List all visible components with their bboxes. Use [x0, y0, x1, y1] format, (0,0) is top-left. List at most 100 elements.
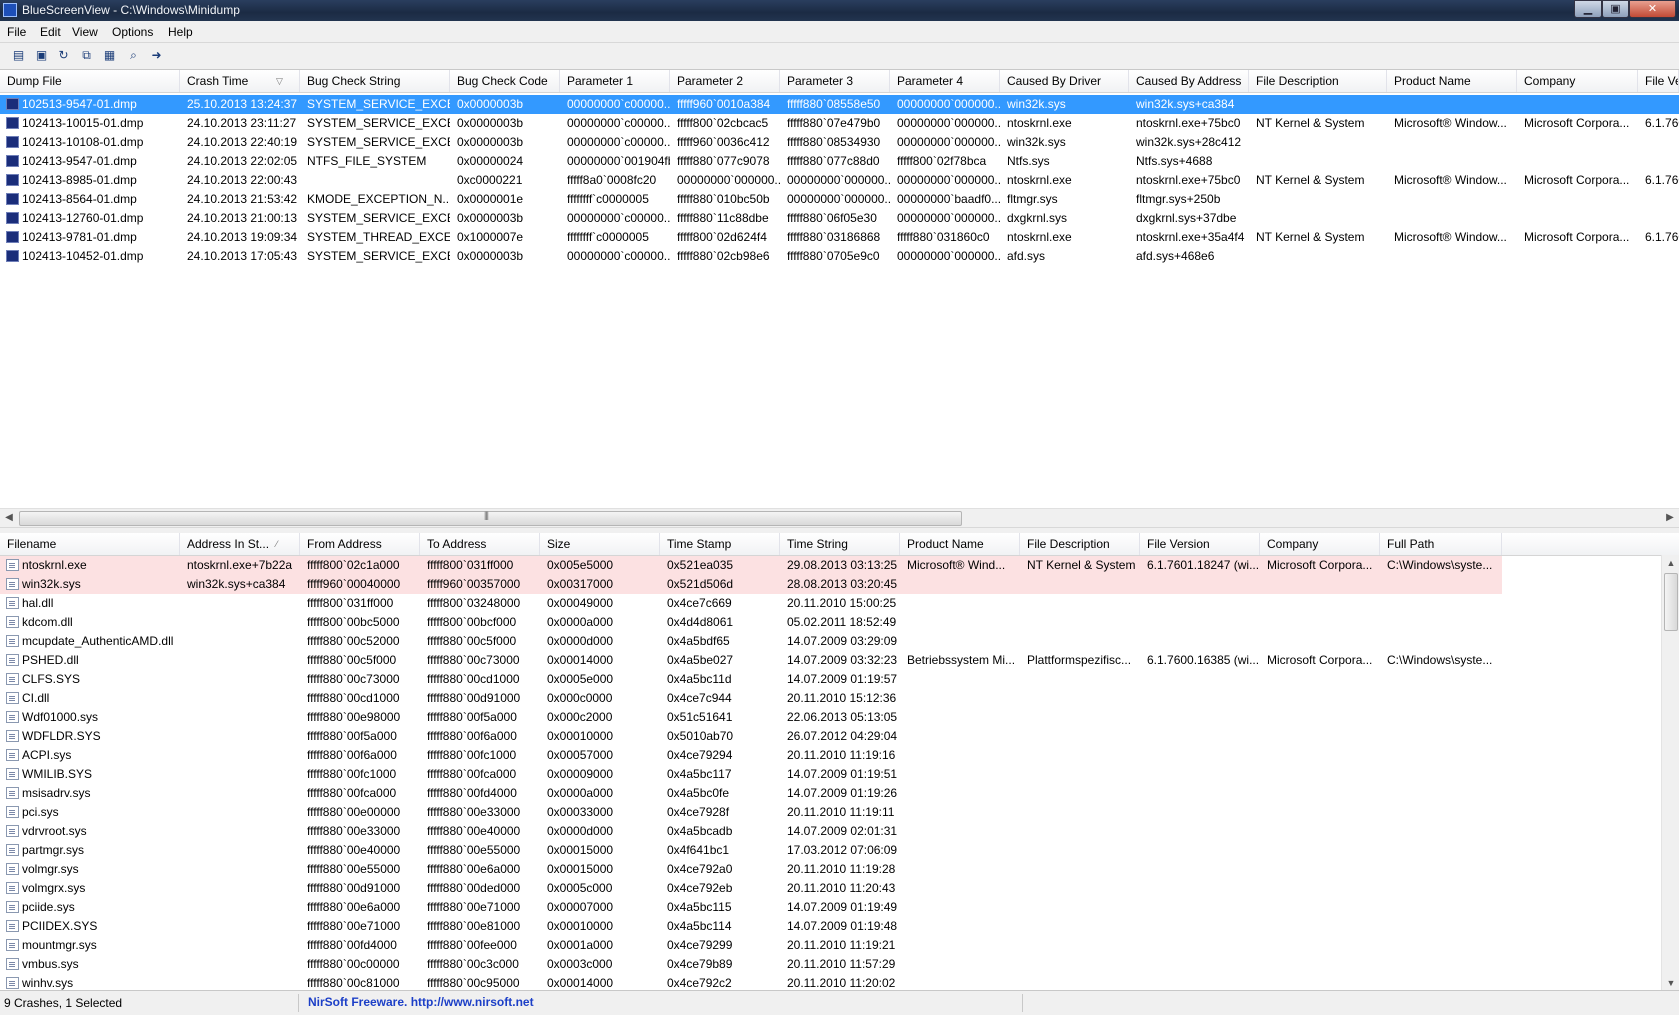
nirsoft-link[interactable]: NirSoft Freeware. http://www.nirsoft.net	[308, 995, 534, 1009]
driver-row[interactable]: CLFS.SYS fffff880`00c73000 fffff880`00cd10…	[0, 670, 1679, 689]
crash-row[interactable]: 102413-10108-01.dmp 24.10.2013 22:40:19 SY…	[0, 133, 1679, 152]
scroll-up-icon[interactable]: ▲	[1662, 555, 1679, 572]
properties-icon[interactable]: ▤	[10, 47, 27, 64]
driver-row[interactable]: kdcom.dll fffff800`00bc5000 fffff800`00bcf…	[0, 613, 1679, 632]
menu-file[interactable]: File	[7, 25, 26, 39]
driver-row[interactable]: ACPI.sys fffff880`00f6a000 fffff880`00fc10…	[0, 746, 1679, 765]
refresh-icon[interactable]: ↻	[55, 47, 72, 64]
crash-row[interactable]: 102413-9547-01.dmp 24.10.2013 22:02:05 NTF…	[0, 152, 1679, 171]
driver-row[interactable]: Wdf01000.sys fffff880`00e98000 fffff880`00…	[0, 708, 1679, 727]
column-header-bug-check-string[interactable]: Bug Check String	[300, 70, 450, 92]
column-header-filename[interactable]: Filename	[0, 533, 180, 555]
column-header-time-string[interactable]: Time String	[780, 533, 900, 555]
column-header-caused-by-driver[interactable]: Caused By Driver	[1000, 70, 1129, 92]
cell-file-version	[1140, 613, 1260, 632]
crash-row[interactable]: 102413-8985-01.dmp 24.10.2013 22:00:43 0xc…	[0, 171, 1679, 190]
column-header-caused-by-address[interactable]: Caused By Address	[1129, 70, 1249, 92]
driver-row[interactable]: PSHED.dll fffff880`00c5f000 fffff880`00c73…	[0, 651, 1679, 670]
driver-row[interactable]: volmgrx.sys fffff880`00d91000 fffff880`00d…	[0, 879, 1679, 898]
driver-row[interactable]: ntoskrnl.exe ntoskrnl.exe+7b22a fffff800`0…	[0, 556, 1679, 575]
column-header-company[interactable]: Company	[1260, 533, 1380, 555]
crash-row[interactable]: 102413-12760-01.dmp 24.10.2013 21:00:13 SY…	[0, 209, 1679, 228]
find-icon[interactable]: ⌕	[125, 47, 142, 64]
scroll-down-icon[interactable]: ▼	[1662, 975, 1679, 990]
cell-time-stamp: 0x4a5bc114	[667, 919, 732, 933]
cell-address-in-st	[180, 898, 300, 917]
column-header-address-in-st[interactable]: Address In St...	[180, 533, 300, 555]
driver-row[interactable]: volmgr.sys fffff880`00e55000 fffff880`00e6…	[0, 860, 1679, 879]
crash-row[interactable]: 102413-9781-01.dmp 24.10.2013 19:09:34 SYS…	[0, 228, 1679, 247]
menu-edit[interactable]: Edit	[40, 25, 61, 39]
cell-bug-check-string: SYSTEM_SERVICE_EXCE...	[307, 97, 450, 111]
column-header-product-name[interactable]: Product Name	[900, 533, 1020, 555]
save-icon[interactable]: ▣	[33, 47, 50, 64]
column-header-to-address[interactable]: To Address	[420, 533, 540, 555]
driver-row[interactable]: CI.dll fffff880`00cd1000 fffff880`00d91000…	[0, 689, 1679, 708]
column-header-file-description[interactable]: File Description	[1249, 70, 1387, 92]
minimize-button[interactable]: ▁	[1574, 0, 1602, 18]
exit-icon[interactable]: ➜	[148, 47, 165, 64]
vertical-scrollbar[interactable]: ▲ ▼	[1661, 555, 1679, 990]
cell-product-name	[900, 727, 1020, 746]
driver-row[interactable]: msisadrv.sys fffff880`00fca000 fffff880`00…	[0, 784, 1679, 803]
driver-row[interactable]: vmbus.sys fffff880`00c00000 fffff880`00c3c…	[0, 955, 1679, 974]
driver-row[interactable]: mcupdate_AuthenticAMD.dll fffff880`00c520…	[0, 632, 1679, 651]
column-header-file-version[interactable]: File Version	[1140, 533, 1260, 555]
vscroll-thumb[interactable]	[1664, 573, 1678, 631]
menu-options[interactable]: Options	[112, 25, 153, 39]
menu-view[interactable]: View	[72, 25, 98, 39]
scroll-thumb[interactable]	[19, 510, 962, 526]
driver-list[interactable]: Filename Address In St... ⁄ From Address To …	[0, 533, 1679, 990]
column-header-from-address[interactable]: From Address	[300, 533, 420, 555]
cell-parameter-4: 00000000`baadf0...	[897, 192, 1000, 206]
crash-row[interactable]: 102413-10452-01.dmp 24.10.2013 17:05:43 SY…	[0, 247, 1679, 266]
menu-help[interactable]: Help	[168, 25, 193, 39]
cell-address-in-st	[180, 879, 300, 898]
crash-row[interactable]: 102413-8564-01.dmp 24.10.2013 21:53:42 KMO…	[0, 190, 1679, 209]
column-header-dump-file[interactable]: Dump File	[0, 70, 180, 92]
html-report-icon[interactable]: ▦	[101, 47, 118, 64]
column-header-parameter-4[interactable]: Parameter 4	[890, 70, 1000, 92]
scroll-right-icon[interactable]: ▶	[1661, 509, 1679, 527]
cell-full-path	[1380, 784, 1502, 803]
cell-product-name	[900, 917, 1020, 936]
driver-row[interactable]: PCIIDEX.SYS fffff880`00e71000 fffff880`00e…	[0, 917, 1679, 936]
column-header-size[interactable]: Size	[540, 533, 660, 555]
driver-row[interactable]: pciide.sys fffff880`00e6a000 fffff880`00e7…	[0, 898, 1679, 917]
column-header-company[interactable]: Company	[1517, 70, 1638, 92]
column-header-time-stamp[interactable]: Time Stamp	[660, 533, 780, 555]
column-header-product-name[interactable]: Product Name	[1387, 70, 1517, 92]
crash-row[interactable]: 102513-9547-01.dmp 25.10.2013 13:24:37 SYS…	[0, 95, 1679, 114]
driver-row[interactable]: WMILIB.SYS fffff880`00fc1000 fffff880`00fc…	[0, 765, 1679, 784]
cell-bug-check-string: KMODE_EXCEPTION_N...	[307, 192, 450, 206]
crash-list[interactable]: Dump File Crash Time ▽ Bug Check String Bug …	[0, 70, 1679, 508]
column-header-parameter-1[interactable]: Parameter 1	[560, 70, 670, 92]
cell-address-in-st: ntoskrnl.exe+7b22a	[187, 558, 293, 572]
crash-row[interactable]: 102413-10015-01.dmp 24.10.2013 23:11:27 SY…	[0, 114, 1679, 133]
copy-icon[interactable]: ⧉	[78, 47, 95, 64]
cell-to-address: fffff880`00d91000	[427, 691, 521, 705]
driver-row[interactable]: vdrvroot.sys fffff880`00e33000 fffff880`00…	[0, 822, 1679, 841]
driver-row[interactable]: partmgr.sys fffff880`00e40000 fffff880`00e…	[0, 841, 1679, 860]
cell-company: Microsoft Corpora...	[1524, 173, 1630, 187]
column-header-full-path[interactable]: Full Path	[1380, 533, 1502, 555]
driver-row[interactable]: WDFLDR.SYS fffff880`00f5a000 fffff880`00f6…	[0, 727, 1679, 746]
maximize-button[interactable]: ▣	[1602, 0, 1629, 18]
column-header-parameter-3[interactable]: Parameter 3	[780, 70, 890, 92]
driver-row[interactable]: winhv.sys fffff880`00c81000 fffff880`00c95…	[0, 974, 1679, 990]
column-header-parameter-2[interactable]: Parameter 2	[670, 70, 780, 92]
scroll-left-icon[interactable]: ◀	[0, 509, 18, 527]
column-header-file-ve[interactable]: File Ve	[1638, 70, 1679, 92]
horizontal-scrollbar[interactable]: ◀ ▶	[0, 508, 1679, 527]
cell-parameter-4: 00000000`000000...	[897, 135, 1000, 149]
column-header-bug-check-code[interactable]: Bug Check Code	[450, 70, 560, 92]
close-button[interactable]: ✕	[1629, 0, 1676, 18]
column-header-file-description[interactable]: File Description	[1020, 533, 1140, 555]
cell-filename: win32k.sys	[22, 577, 81, 591]
driver-row[interactable]: mountmgr.sys fffff880`00fd4000 fffff880`00…	[0, 936, 1679, 955]
cell-file-description	[1020, 879, 1140, 898]
driver-row[interactable]: pci.sys fffff880`00e00000 fffff880`00e3300…	[0, 803, 1679, 822]
cell-dump-file: 102413-9781-01.dmp	[22, 230, 137, 244]
driver-row[interactable]: win32k.sys win32k.sys+ca384 fffff960`00040…	[0, 575, 1679, 594]
driver-row[interactable]: hal.dll fffff800`031ff000 fffff800`0324800…	[0, 594, 1679, 613]
